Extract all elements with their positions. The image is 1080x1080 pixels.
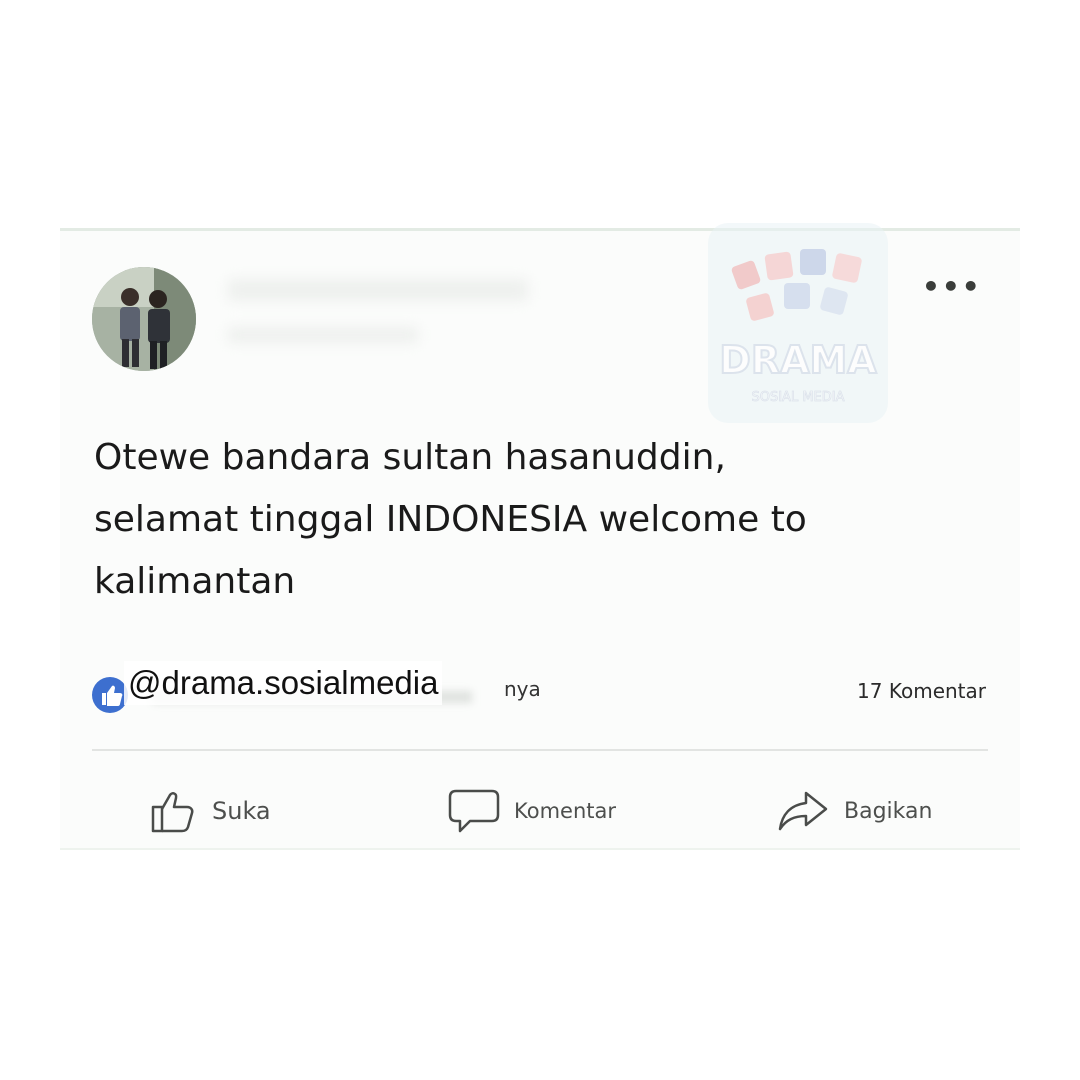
watermark-handle: @drama.sosialmedia (124, 661, 443, 705)
post-card: DRAMA SOSIAL MEDIA ••• Otewe bandara sul… (60, 223, 1020, 850)
more-dots-icon: ••• (922, 270, 982, 303)
more-options-button[interactable]: ••• (922, 273, 980, 305)
post-text-line: selamat tinggal INDONESIA welcome to (94, 499, 807, 540)
drama-sosial-media-logo: DRAMA SOSIAL MEDIA (708, 223, 888, 423)
logo-title: DRAMA (719, 338, 877, 382)
logo-subtitle: SOSIAL MEDIA (751, 390, 844, 405)
speech-bubble-icon (448, 789, 500, 833)
comment-button[interactable]: Komentar (446, 781, 616, 841)
post-text: Otewe bandara sultan hasanuddin, selamat… (94, 427, 994, 613)
post-time-redacted (228, 327, 418, 343)
thumbs-up-icon (151, 792, 194, 833)
share-button[interactable]: Bagikan (776, 781, 932, 841)
like-label: Suka (212, 797, 271, 825)
share-label: Bagikan (844, 798, 933, 824)
post-text-line: kalimantan (94, 561, 296, 602)
comment-label: Komentar (514, 799, 616, 823)
divider (92, 749, 988, 751)
like-reaction-icon (92, 677, 128, 713)
post-text-line: Otewe bandara sultan hasanuddin, (94, 437, 726, 478)
share-arrow-icon (778, 791, 828, 831)
comment-count-link[interactable]: 17 Komentar (857, 679, 986, 703)
avatar[interactable] (92, 267, 196, 371)
avatar-photo (92, 267, 196, 371)
reaction-names-tail: nya (504, 677, 541, 701)
author-name-redacted (228, 279, 528, 301)
like-button[interactable]: Suka (148, 781, 271, 841)
